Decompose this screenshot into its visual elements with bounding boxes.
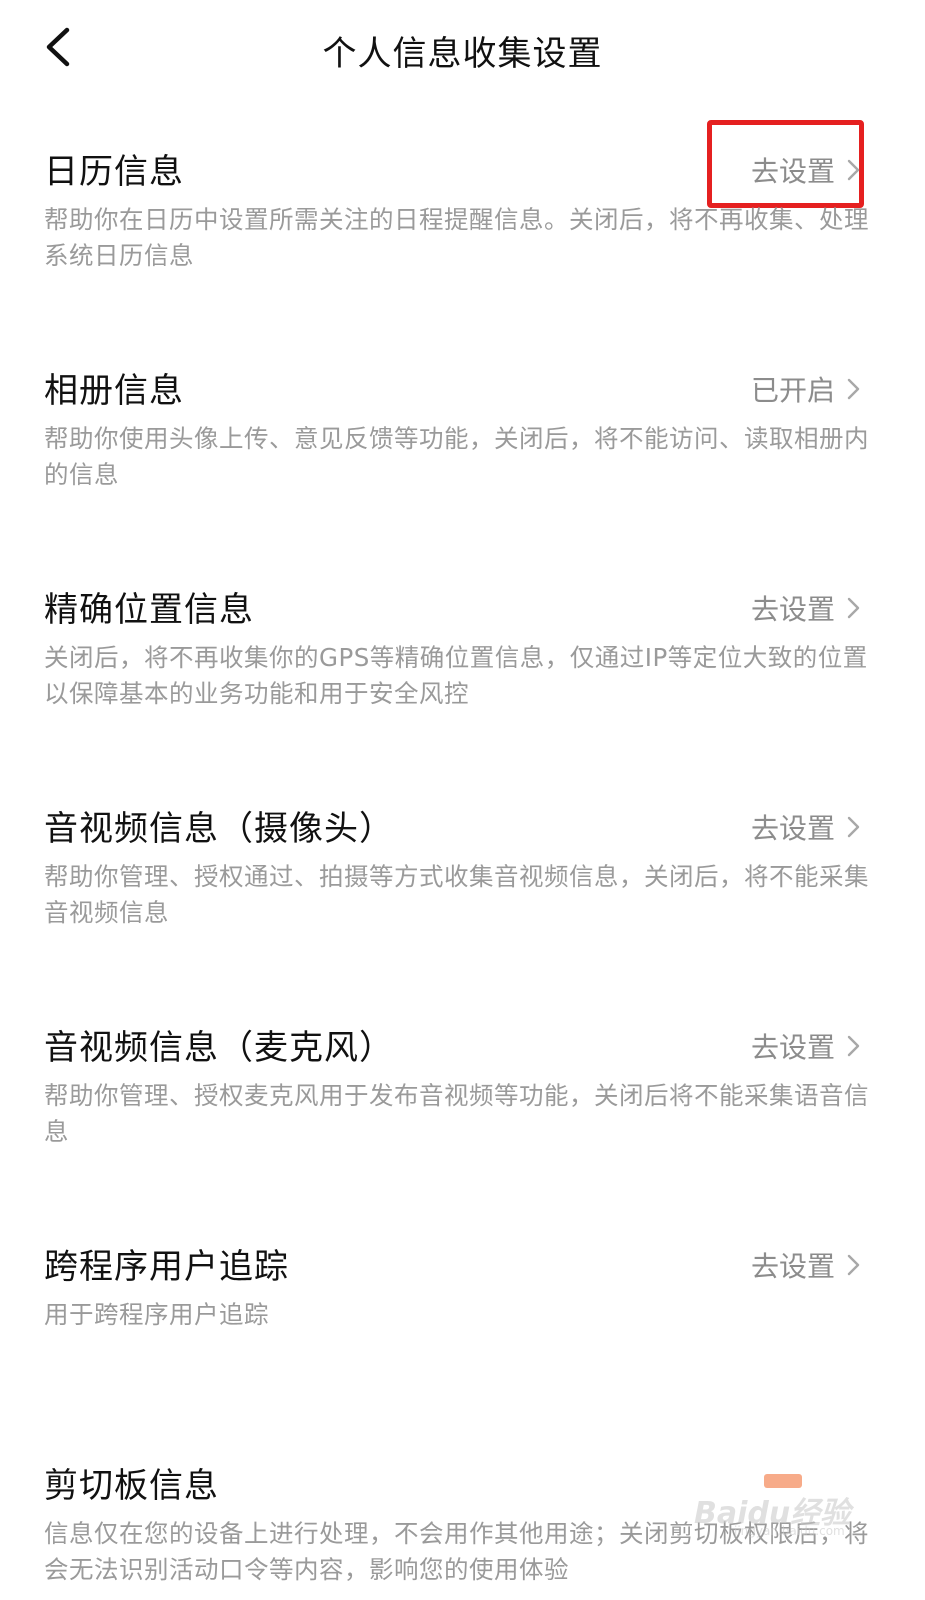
setting-title: 剪切板信息 xyxy=(44,1466,219,1506)
setting-item-microphone[interactable]: 音视频信息（麦克风） 去设置 帮助你管理、授权麦克风用于发布音视频等功能，关闭后… xyxy=(0,1020,925,1220)
chevron-right-icon xyxy=(847,378,860,400)
go-settings-button[interactable]: 去设置 xyxy=(751,1026,865,1066)
page-title: 个人信息收集设置 xyxy=(322,34,603,74)
go-settings-button[interactable]: 去设置 xyxy=(751,588,865,628)
setting-action-label: 去设置 xyxy=(750,812,835,845)
setting-action-label: 去设置 xyxy=(750,1031,835,1064)
baidu-jingyan-watermark: Baidu经验 jingyan.baidu.com xyxy=(694,1460,864,1540)
setting-title: 精确位置信息 xyxy=(44,590,254,630)
setting-item-location[interactable]: 精确位置信息 去设置 关闭后，将不再收集你的GPS等精确位置信息，仅通过IP等定… xyxy=(0,582,925,782)
setting-description: 帮助你管理、授权通过、拍摄等方式收集音视频信息，关闭后，将不能采集音视频信息 xyxy=(44,862,869,927)
setting-item-camera[interactable]: 音视频信息（摄像头） 去设置 帮助你管理、授权通过、拍摄等方式收集音视频信息，关… xyxy=(0,801,925,1001)
setting-description: 用于跨程序用户追踪 xyxy=(44,1300,269,1329)
setting-description: 帮助你使用头像上传、意见反馈等功能，关闭后，将不能访问、读取相册内的信息 xyxy=(44,424,869,489)
setting-item-cross-app-tracking[interactable]: 跨程序用户追踪 去设置 用于跨程序用户追踪 xyxy=(0,1239,925,1439)
setting-title: 相册信息 xyxy=(44,371,184,411)
chevron-right-icon xyxy=(847,816,860,838)
setting-action-label: 去设置 xyxy=(750,593,835,626)
setting-item-calendar[interactable]: 日历信息 去设置 帮助你在日历中设置所需关注的日程提醒信息。关闭后，将不再收集、… xyxy=(0,144,925,344)
watermark-url: jingyan.baidu.com xyxy=(734,1524,845,1538)
setting-description: 关闭后，将不再收集你的GPS等精确位置信息，仅通过IP等定位大致的位置以保障基本… xyxy=(44,643,868,708)
setting-title: 音视频信息（摄像头） xyxy=(44,809,394,849)
go-settings-button[interactable]: 去设置 xyxy=(751,1245,865,1285)
setting-description: 帮助你管理、授权麦克风用于发布音视频等功能，关闭后将不能采集语音信息 xyxy=(44,1081,869,1146)
chevron-right-icon xyxy=(847,597,860,619)
setting-action-label: 去设置 xyxy=(750,1250,835,1283)
chevron-right-icon xyxy=(847,1035,860,1057)
enabled-status-button[interactable]: 已开启 xyxy=(751,369,865,409)
go-settings-button[interactable]: 去设置 xyxy=(751,807,865,847)
setting-title: 音视频信息（麦克风） xyxy=(44,1028,394,1068)
setting-title: 跨程序用户追踪 xyxy=(44,1247,289,1287)
setting-action-label: 已开启 xyxy=(750,374,835,407)
watermark-logo-icon xyxy=(764,1474,802,1488)
top-navigation-bar: 个人信息收集设置 xyxy=(0,0,925,100)
setting-action-label: 去设置 xyxy=(750,155,835,188)
setting-description: 帮助你在日历中设置所需关注的日程提醒信息。关闭后，将不再收集、处理系统日历信息 xyxy=(44,205,869,270)
chevron-right-icon xyxy=(847,159,860,181)
go-settings-button[interactable]: 去设置 xyxy=(751,150,865,190)
setting-title: 日历信息 xyxy=(44,152,184,192)
chevron-right-icon xyxy=(847,1254,860,1276)
setting-item-album[interactable]: 相册信息 已开启 帮助你使用头像上传、意见反馈等功能，关闭后，将不能访问、读取相… xyxy=(0,363,925,563)
